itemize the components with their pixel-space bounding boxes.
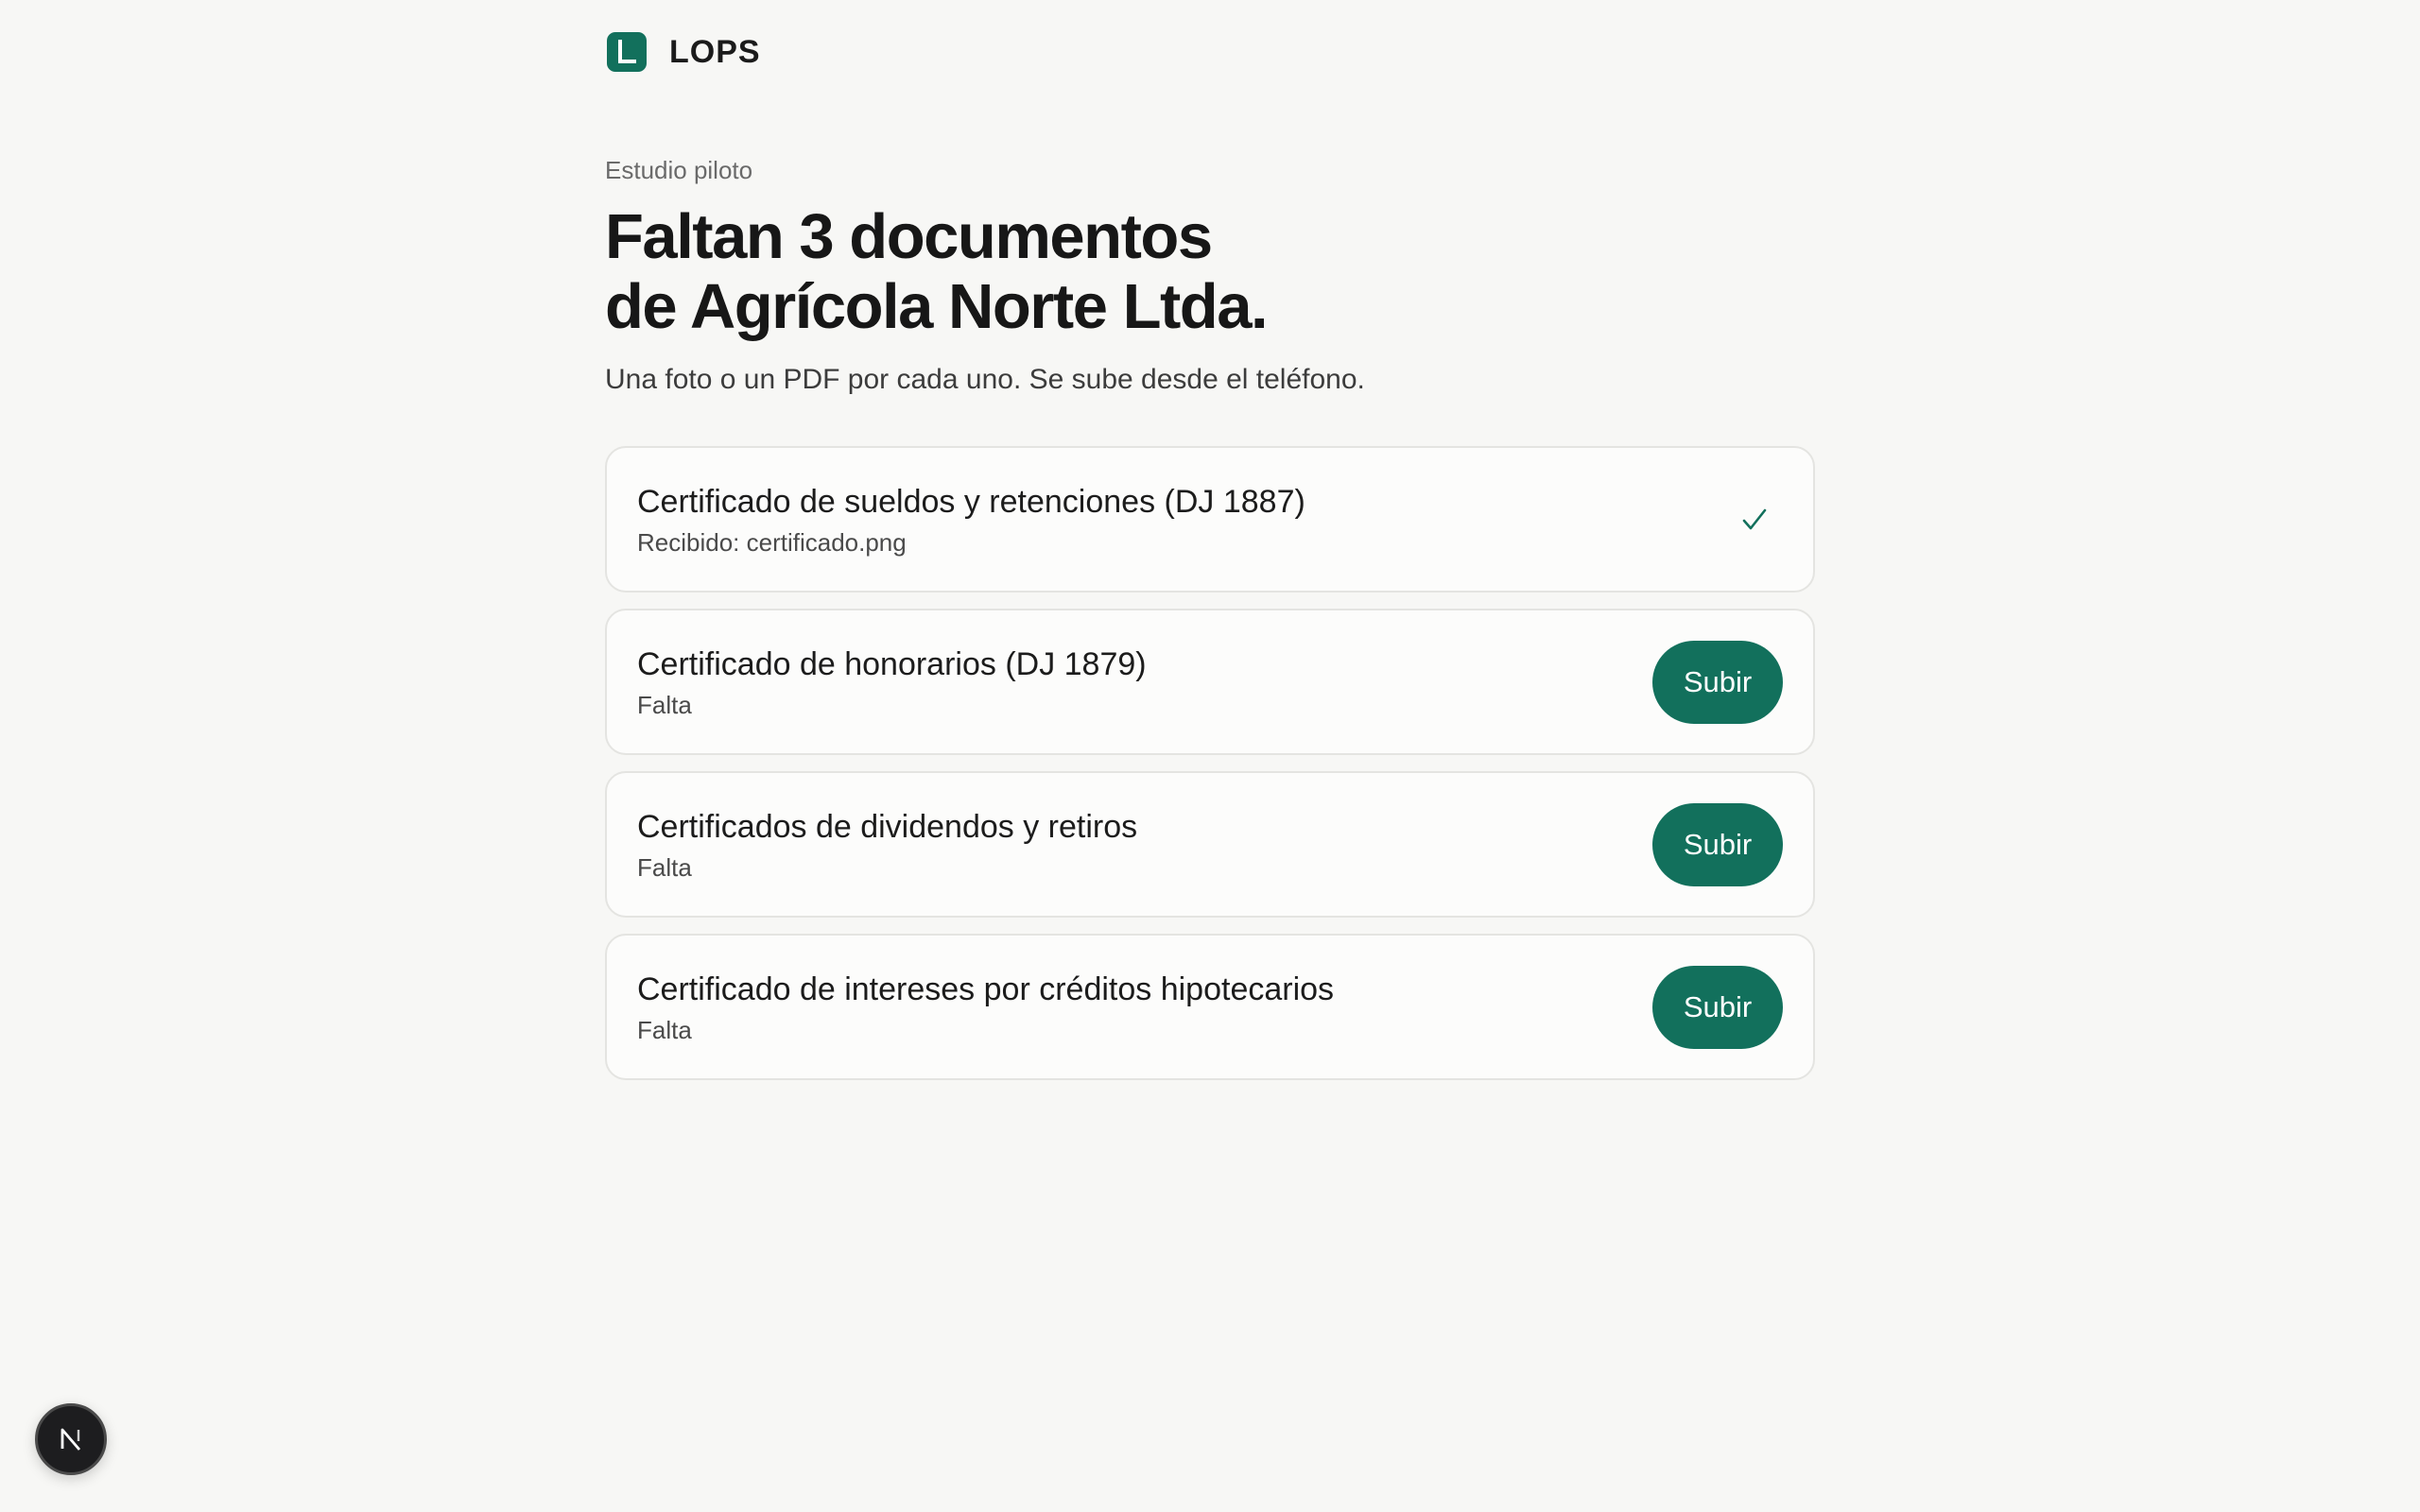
- document-text: Certificado de intereses por créditos hi…: [637, 969, 1334, 1046]
- document-list: Certificado de sueldos y retenciones (DJ…: [605, 446, 1815, 1080]
- nextjs-icon: [60, 1428, 81, 1451]
- page-title: Faltan 3 documentos de Agrícola Norte Lt…: [605, 202, 1815, 342]
- document-name: Certificados de dividendos y retiros: [637, 808, 1138, 845]
- document-card-intereses: Certificado de intereses por créditos hi…: [605, 934, 1815, 1080]
- upload-button-dividendos[interactable]: Subir: [1652, 802, 1783, 886]
- page-title-line-1: Faltan 3 documentos: [605, 201, 1213, 272]
- document-name: Certificado de sueldos y retenciones (DJ…: [637, 483, 1305, 520]
- document-status: Falta: [637, 690, 692, 719]
- page-subtitle: Una foto o un PDF por cada uno. Se sube …: [605, 364, 1365, 395]
- document-name: Certificado de intereses por créditos hi…: [637, 971, 1335, 1007]
- document-status: Falta: [637, 852, 692, 882]
- document-name: Certificado de honorarios (DJ 1879): [637, 645, 1147, 682]
- document-text: Certificado de sueldos y retenciones (DJ…: [637, 481, 1305, 558]
- document-card-dj1879: Certificado de honorarios (DJ 1879) Falt…: [605, 609, 1815, 755]
- document-card-dj1887: Certificado de sueldos y retenciones (DJ…: [605, 446, 1815, 593]
- page: LOPS Estudio piloto Faltan 3 documentos …: [0, 0, 2420, 1512]
- document-text: Certificado de honorarios (DJ 1879) Falt…: [637, 644, 1147, 721]
- brand-name: LOPS: [669, 33, 761, 70]
- check-icon: [1736, 501, 1773, 539]
- page-title-line-2: de Agrícola Norte Ltda.: [605, 271, 1269, 342]
- brand[interactable]: LOPS: [607, 32, 761, 72]
- upload-button-intereses[interactable]: Subir: [1652, 965, 1783, 1049]
- logo-icon: [607, 32, 647, 72]
- main-content: Estudio piloto Faltan 3 documentos de Ag…: [605, 151, 1815, 1080]
- nextjs-dev-badge[interactable]: [35, 1403, 107, 1475]
- document-card-dividendos: Certificados de dividendos y retiros Fal…: [605, 771, 1815, 918]
- eyebrow-label: Estudio piloto: [605, 156, 753, 184]
- document-status: Falta: [637, 1015, 692, 1044]
- document-status: Recibido: certificado.png: [637, 527, 907, 557]
- upload-button-honorarios[interactable]: Subir: [1652, 640, 1783, 724]
- document-text: Certificados de dividendos y retiros Fal…: [637, 806, 1137, 884]
